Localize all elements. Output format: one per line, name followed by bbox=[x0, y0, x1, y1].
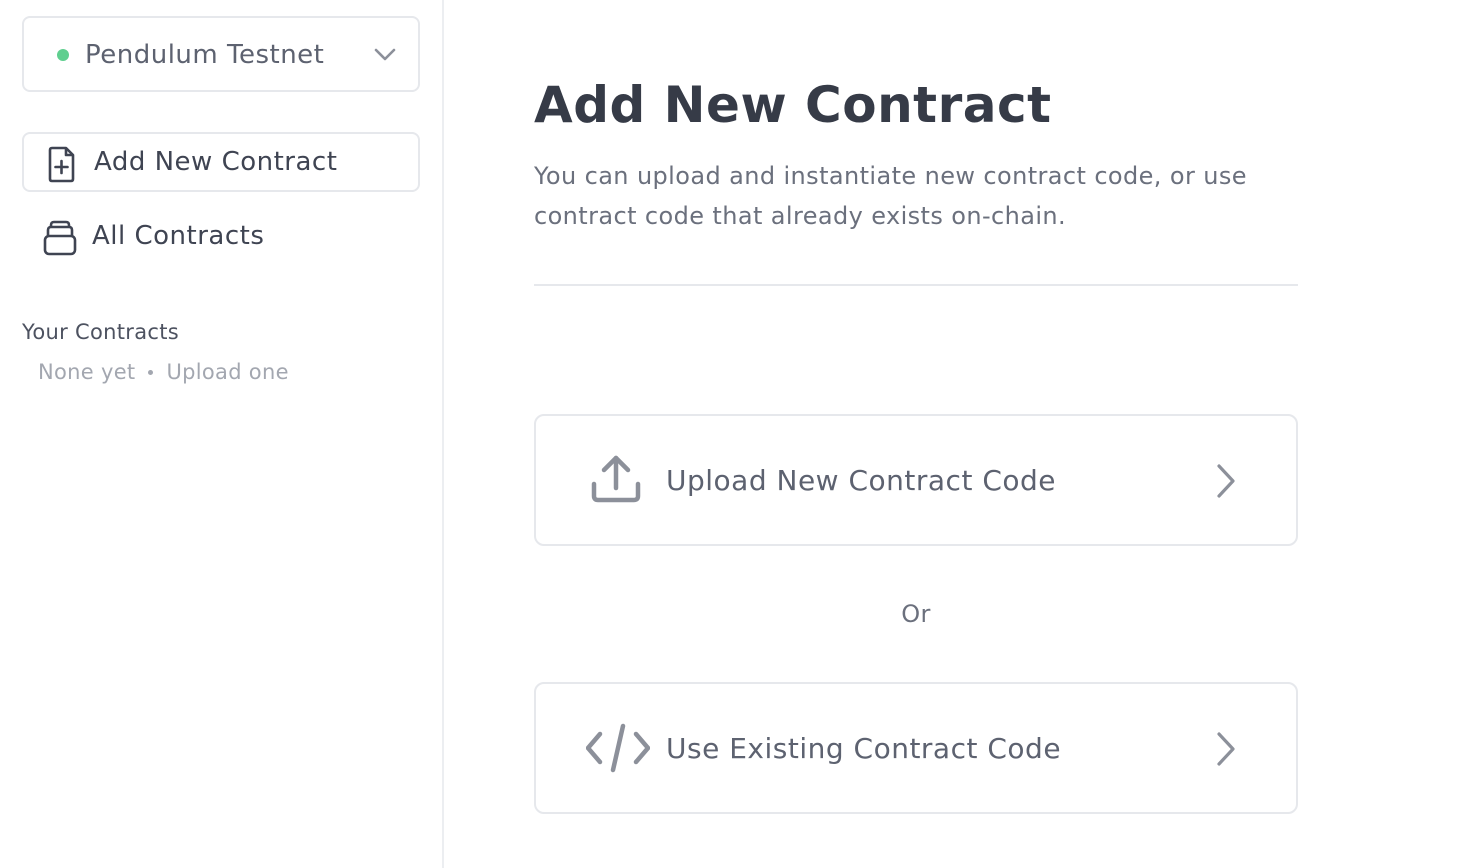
chevron-right-icon bbox=[1217, 464, 1235, 498]
existing-option-label: Use Existing Contract Code bbox=[666, 732, 1062, 765]
your-contracts-heading: Your Contracts bbox=[22, 320, 179, 344]
empty-text: None yet bbox=[38, 360, 136, 384]
code-icon bbox=[586, 723, 650, 773]
or-separator: Or bbox=[901, 600, 931, 628]
upload-icon bbox=[591, 455, 641, 503]
use-existing-contract-code-button[interactable]: Use Existing Contract Code bbox=[534, 682, 1298, 814]
file-plus-icon bbox=[48, 146, 75, 183]
stack-icon bbox=[43, 220, 77, 256]
nav-item-all-contracts[interactable]: All Contracts bbox=[22, 208, 420, 268]
app-root: Pendulum Testnet Add New Contract All Co… bbox=[0, 0, 1478, 868]
page-description: You can upload and instantiate new contr… bbox=[534, 162, 1247, 230]
dot-separator bbox=[148, 369, 154, 375]
page-title: Add New Contract bbox=[534, 76, 1052, 134]
network-label: Pendulum Testnet bbox=[85, 40, 325, 70]
network-status-dot bbox=[57, 49, 69, 61]
nav-label-all-contracts: All Contracts bbox=[92, 221, 265, 251]
chevron-right-icon bbox=[1217, 732, 1235, 766]
upload-one-link[interactable]: Upload one bbox=[166, 358, 288, 386]
upload-new-contract-code-button[interactable]: Upload New Contract Code bbox=[534, 414, 1298, 546]
sidebar: Pendulum Testnet Add New Contract All Co… bbox=[0, 0, 444, 868]
divider bbox=[534, 284, 1298, 286]
network-selector[interactable]: Pendulum Testnet bbox=[22, 16, 420, 92]
nav-label-add-new-contract: Add New Contract bbox=[94, 147, 338, 177]
chevron-down-icon bbox=[374, 48, 396, 61]
nav-item-add-new-contract[interactable]: Add New Contract bbox=[22, 132, 420, 192]
your-contracts-empty-state: None yet Upload one bbox=[38, 358, 289, 386]
main-content: Add New Contract You can upload and inst… bbox=[534, 0, 1298, 868]
upload-option-label: Upload New Contract Code bbox=[666, 464, 1057, 497]
